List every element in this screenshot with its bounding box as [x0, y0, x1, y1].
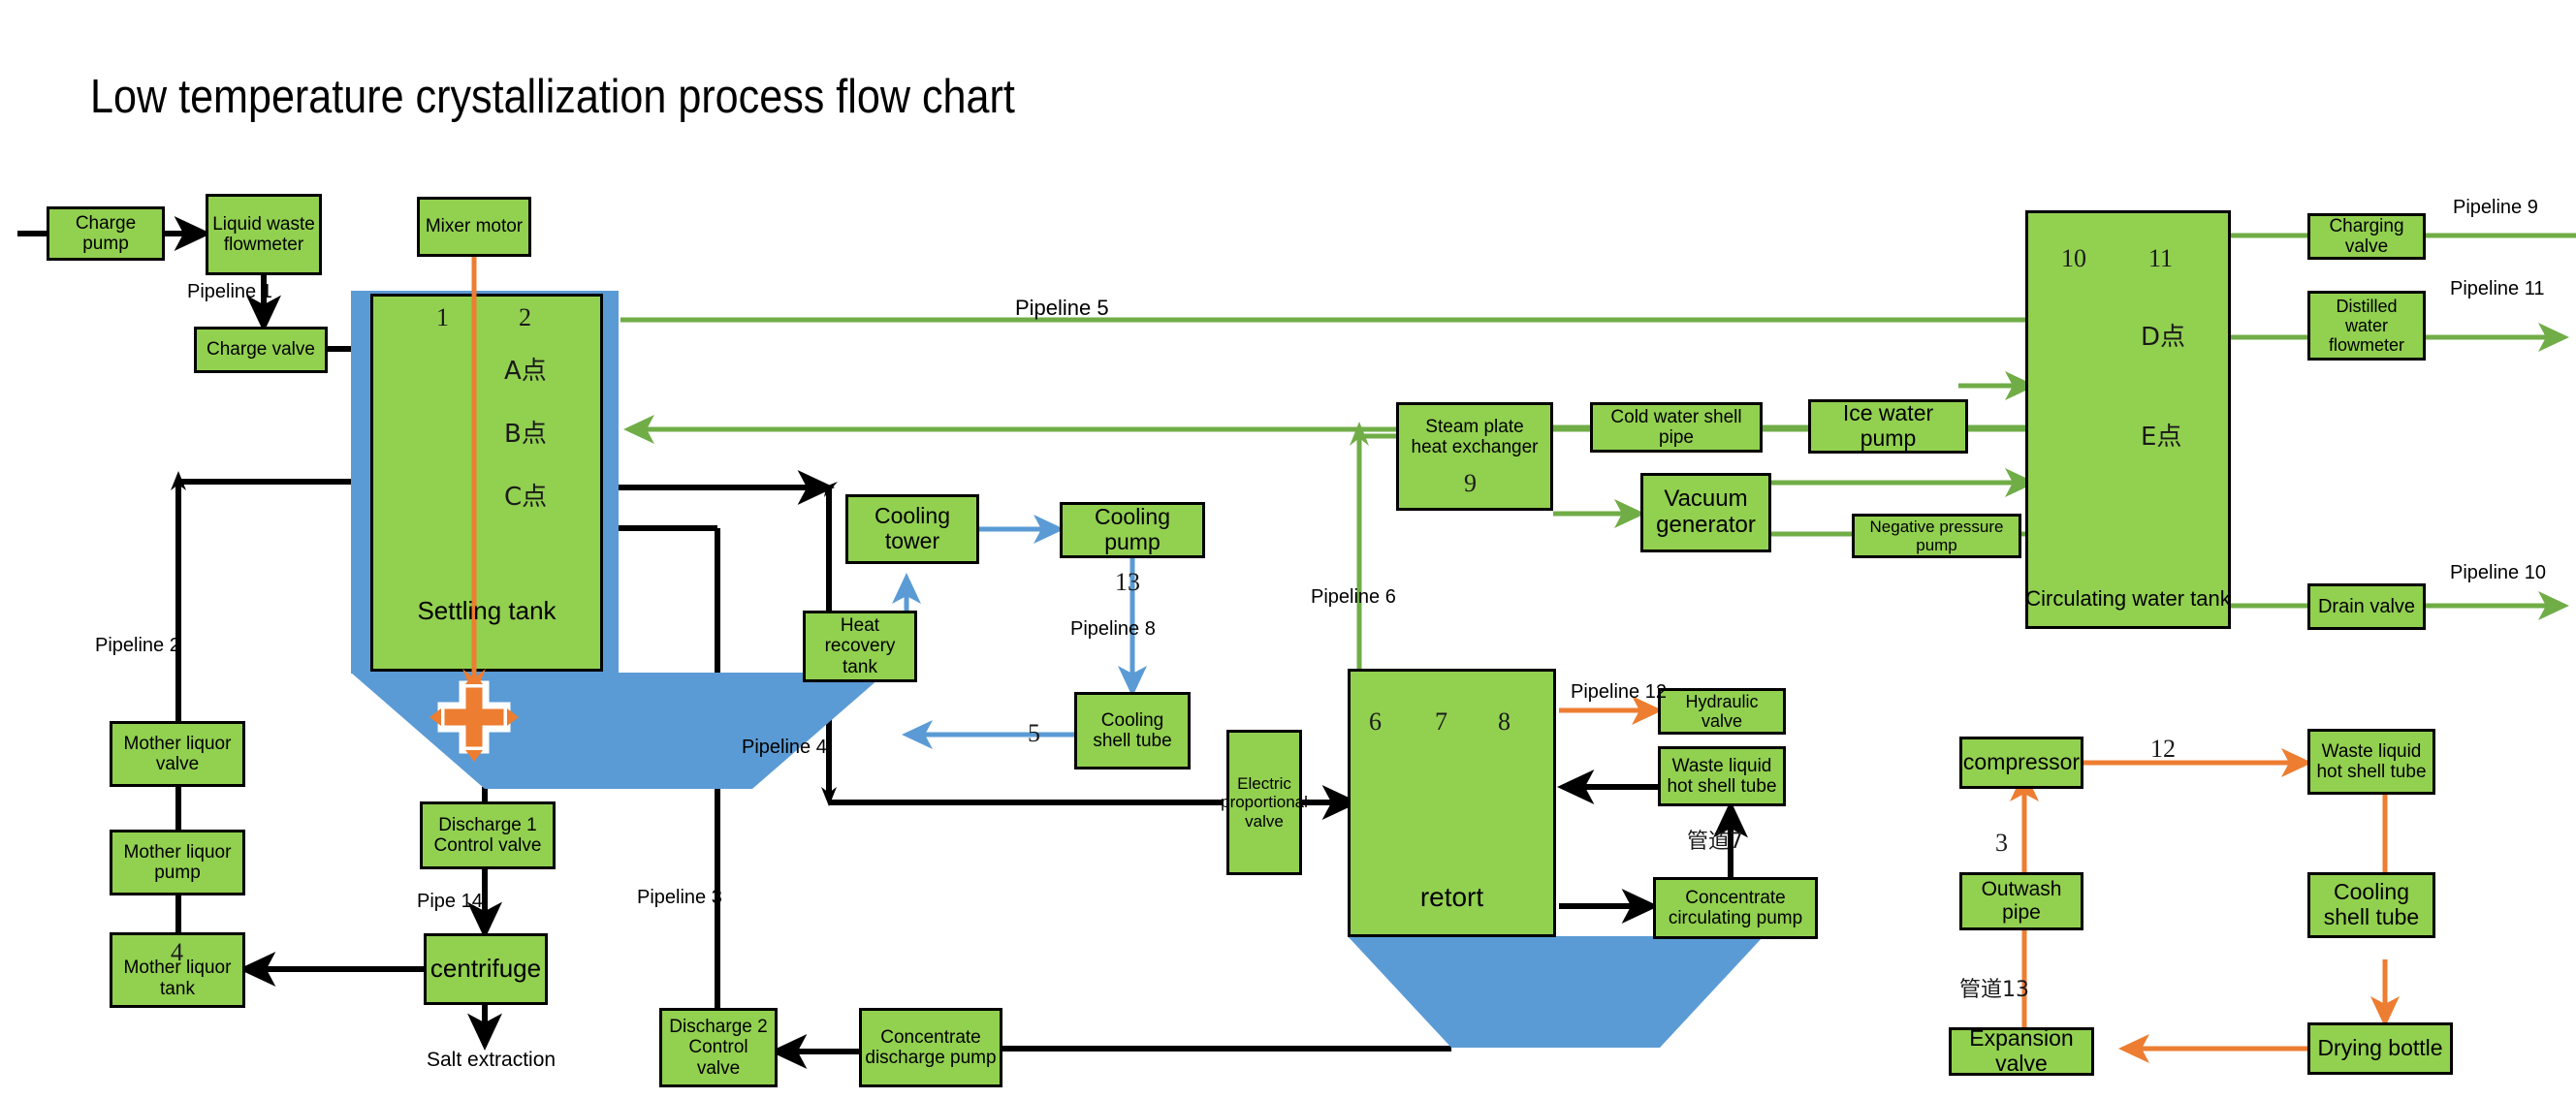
label-number-3: 3 [1995, 829, 2008, 857]
label-pipeline-1: Pipeline 1 [187, 281, 272, 302]
box-liquid-waste-flowmeter[interactable]: Liquid waste flowmeter [206, 194, 322, 275]
box-charge-pump[interactable]: Charge pump [47, 206, 165, 261]
page-title: Low temperature crystallization process … [90, 71, 1015, 123]
box-centrifuge[interactable]: centrifuge [424, 933, 548, 1005]
retort-number-6: 6 [1369, 707, 1382, 736]
label-pipeline-10: Pipeline 10 [2450, 562, 2546, 583]
box-expansion-valve[interactable]: Expansion valve [1949, 1025, 2094, 1076]
box-cooling-pump[interactable]: Cooling pump [1060, 502, 1205, 558]
box-negative-pressure-pump[interactable]: Negative pressure pump [1852, 514, 2021, 558]
circulating-water-tank-body[interactable] [2025, 210, 2231, 629]
label-guandao-7: 管道7 [1687, 830, 1743, 854]
box-outwash-pipe[interactable]: Outwash pipe [1959, 872, 2083, 930]
box-cold-water-shell-pipe[interactable]: Cold water shell pipe [1590, 402, 1763, 453]
box-vacuum-generator[interactable]: Vacuum generator [1640, 473, 1771, 552]
circulating-tank-number-11: 11 [2148, 244, 2174, 272]
settling-tank-point-a: A点 [504, 357, 547, 386]
circulating-water-tank-label: Circulating water tank [2025, 586, 2231, 611]
label-pipeline-5: Pipeline 5 [1015, 296, 1109, 320]
box-discharge-2-control-valve[interactable]: Discharge 2 Control valve [659, 1008, 778, 1087]
label-number-5: 5 [1028, 719, 1040, 747]
retort-number-8: 8 [1498, 707, 1511, 736]
label-salt-extraction: Salt extraction [427, 1049, 557, 1071]
box-cooling-shell-tube-mid[interactable]: Cooling shell tube [1074, 692, 1191, 769]
box-mother-liquor-valve[interactable]: Mother liquor valve [110, 721, 245, 787]
settling-tank-point-b: B点 [504, 420, 547, 449]
label-number-12: 12 [2150, 735, 2176, 763]
label-pipeline-4: Pipeline 4 [742, 737, 827, 758]
box-charge-valve[interactable]: Charge valve [194, 327, 328, 373]
box-discharge-1-control-valve[interactable]: Discharge 1 Control valve [420, 801, 556, 869]
retort-cone [1348, 936, 1764, 1048]
box-concentrate-circulating-pump[interactable]: Concentrate circulating pump [1653, 877, 1818, 939]
label-pipeline-6: Pipeline 6 [1311, 586, 1396, 608]
box-waste-liquid-hot-shell-tube-right[interactable]: Waste liquid hot shell tube [2307, 729, 2435, 795]
label-pipeline-2: Pipeline 2 [95, 635, 180, 656]
settling-tank-point-c: C点 [504, 483, 548, 512]
retort-label: retort [1419, 882, 1484, 912]
label-number-9: 9 [1464, 469, 1477, 497]
retort-number-7: 7 [1435, 707, 1447, 736]
box-mother-liquor-pump[interactable]: Mother liquor pump [110, 830, 245, 895]
label-number-4: 4 [171, 938, 183, 966]
label-pipeline-9: Pipeline 9 [2453, 197, 2538, 218]
box-heat-recovery-tank[interactable]: Heat recovery tank [803, 611, 917, 682]
settling-tank-cone [351, 673, 886, 789]
label-pipe-14: Pipe 14 [417, 891, 483, 912]
label-guandao-13: 管道13 [1959, 978, 2029, 1002]
settling-tank-number-1: 1 [436, 303, 449, 331]
box-drying-bottle[interactable]: Drying bottle [2307, 1022, 2453, 1075]
label-pipeline-8: Pipeline 8 [1070, 618, 1156, 640]
label-pipeline-12: Pipeline 12 [1571, 681, 1667, 703]
box-drain-valve[interactable]: Drain valve [2307, 583, 2426, 630]
box-hydraulic-valve[interactable]: Hydraulic valve [1658, 688, 1786, 735]
box-charging-valve[interactable]: Charging valve [2307, 213, 2426, 260]
box-ice-water-pump[interactable]: Ice water pump [1808, 399, 1968, 454]
label-pipeline-11: Pipeline 11 [2450, 278, 2545, 299]
box-compressor[interactable]: compressor [1959, 737, 2083, 789]
settling-tank-number-2: 2 [519, 303, 531, 331]
box-distilled-water-flowmeter[interactable]: Distilled water flowmeter [2307, 291, 2426, 361]
box-cooling-tower[interactable]: Cooling tower [845, 494, 979, 564]
circulating-tank-point-d: D点 [2141, 323, 2186, 352]
circulating-tank-point-e: E点 [2141, 423, 2182, 452]
label-pipeline-3: Pipeline 3 [637, 887, 722, 908]
settling-tank-label: Settling tank [417, 596, 557, 625]
box-mixer-motor[interactable]: Mixer motor [417, 197, 531, 257]
box-concentrate-discharge-pump[interactable]: Concentrate discharge pump [859, 1008, 1002, 1087]
label-number-13: 13 [1115, 568, 1140, 596]
box-cooling-shell-tube-right[interactable]: Cooling shell tube [2307, 872, 2435, 938]
box-waste-liquid-hot-shell-tube-mid[interactable]: Waste liquid hot shell tube [1658, 746, 1786, 806]
circulating-tank-number-10: 10 [2061, 244, 2086, 272]
box-electric-proportional-valve[interactable]: Electric proportional valve [1221, 730, 1308, 875]
